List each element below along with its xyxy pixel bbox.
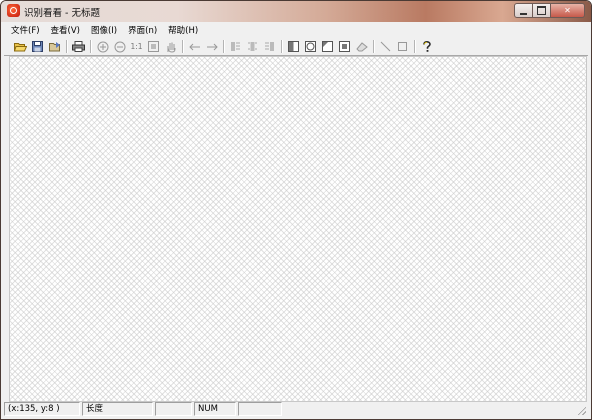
select-corner-icon[interactable] <box>319 39 336 55</box>
menu-interface[interactable]: 界面(n) <box>128 24 157 36</box>
close-icon: ✕ <box>564 5 571 15</box>
toolbar-separator <box>66 40 67 53</box>
zoom-in-icon[interactable] <box>94 39 111 55</box>
minimize-button[interactable] <box>514 3 533 18</box>
maximize-button[interactable] <box>533 3 551 18</box>
toolbar-separator <box>414 40 415 53</box>
toolbar-separator <box>281 40 282 53</box>
status-bar: (x:135, y:8 ) 长度 NUM <box>4 402 588 416</box>
save-as-icon[interactable] <box>46 39 63 55</box>
status-num: NUM <box>194 402 236 416</box>
resize-grip[interactable] <box>577 406 586 415</box>
hand-pan-icon[interactable] <box>162 39 179 55</box>
eraser-icon[interactable] <box>353 39 370 55</box>
next-arrow-icon[interactable] <box>203 39 220 55</box>
fit-window-icon[interactable] <box>145 39 162 55</box>
align-right-icon[interactable] <box>261 39 278 55</box>
toolbar-separator <box>223 40 224 53</box>
zoom-out-icon[interactable] <box>111 39 128 55</box>
actual-size-icon[interactable]: 1:1 <box>128 39 145 55</box>
align-center-icon[interactable] <box>244 39 261 55</box>
actual-size-label: 1:1 <box>130 41 143 51</box>
recognize-app-icon[interactable] <box>7 4 20 17</box>
maximize-icon <box>537 6 546 15</box>
window-title: 识别看看 - 无标题 <box>24 8 100 19</box>
open-folder-icon[interactable] <box>12 39 29 55</box>
status-empty <box>155 402 192 416</box>
previous-arrow-icon[interactable] <box>186 39 203 55</box>
title-bar[interactable]: 识别看看 - 无标题 ✕ <box>1 1 591 22</box>
select-half-icon[interactable] <box>285 39 302 55</box>
status-empty-2 <box>238 402 282 416</box>
minimize-icon <box>520 12 527 15</box>
print-icon[interactable] <box>70 39 87 55</box>
toolbar-separator <box>182 40 183 53</box>
toolbar-separator <box>90 40 91 53</box>
image-canvas[interactable] <box>9 56 587 402</box>
status-coordinates: (x:135, y:8 ) <box>4 402 80 416</box>
menu-bar: 文件(F) 查看(V) 图像(I) 界面(n) 帮助(H) <box>4 22 588 39</box>
rectangle-tool-icon[interactable] <box>394 39 411 55</box>
select-ellipse-icon[interactable] <box>302 39 319 55</box>
help-icon[interactable] <box>418 39 435 55</box>
app-window: 识别看看 - 无标题 ✕ 文件(F) 查看(V) 图像(I) 界面(n) 帮助(… <box>0 0 592 420</box>
menu-view[interactable]: 查看(V) <box>51 24 80 36</box>
menu-image[interactable]: 图像(I) <box>91 24 117 36</box>
save-icon[interactable] <box>29 39 46 55</box>
toolbar-separator <box>373 40 374 53</box>
align-left-icon[interactable] <box>227 39 244 55</box>
select-rect-icon[interactable] <box>336 39 353 55</box>
status-length: 长度 <box>82 402 153 416</box>
close-button[interactable]: ✕ <box>551 3 585 18</box>
caption-buttons: ✕ <box>514 3 585 18</box>
toolbar: 1:1 <box>4 38 588 56</box>
menu-help[interactable]: 帮助(H) <box>168 24 198 36</box>
line-tool-icon[interactable] <box>377 39 394 55</box>
menu-file[interactable]: 文件(F) <box>11 24 40 36</box>
